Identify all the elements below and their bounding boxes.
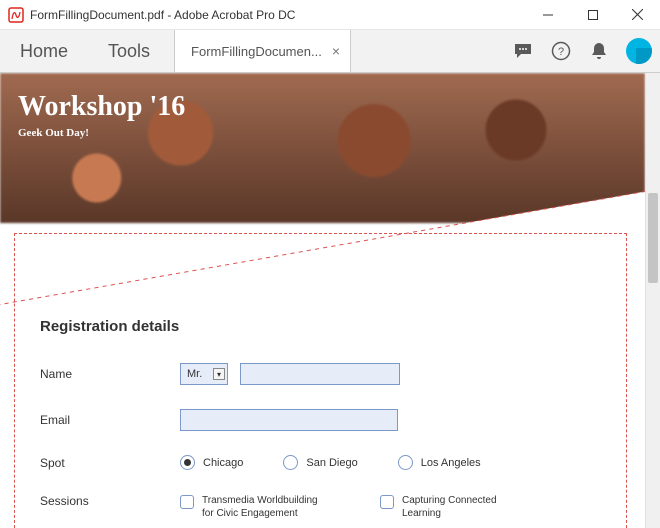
maximize-button[interactable] (570, 0, 615, 30)
radio-sandiego[interactable]: San Diego (283, 455, 357, 470)
form-heading: Registration details (40, 318, 615, 335)
tab-tools[interactable]: Tools (88, 30, 170, 72)
check-session-2[interactable]: Capturing Connected Learning (380, 494, 512, 520)
comment-icon[interactable] (504, 30, 542, 72)
hero-title: Workshop '16 (18, 91, 185, 123)
hero-text: Workshop '16 Geek Out Day! (18, 91, 185, 139)
close-button[interactable] (615, 0, 660, 30)
registration-form: Registration details Name Mr. ▾ Email Sp… (40, 318, 615, 528)
window-title: FormFillingDocument.pdf - Adobe Acrobat … (30, 8, 525, 22)
check-session-1[interactable]: Transmedia Worldbuilding for Civic Engag… (180, 494, 332, 520)
email-input[interactable] (180, 409, 398, 431)
name-label: Name (40, 367, 180, 381)
sessions-label: Sessions (40, 494, 180, 508)
salutation-value: Mr. (187, 368, 202, 380)
check-label: Capturing Connected Learning (402, 494, 512, 520)
radio-icon (398, 455, 413, 470)
radio-label: Chicago (203, 457, 243, 469)
bell-icon[interactable] (580, 30, 618, 72)
minimize-button[interactable] (525, 0, 570, 30)
hero-subtitle: Geek Out Day! (18, 127, 185, 139)
email-label: Email (40, 413, 180, 427)
tab-document-label: FormFillingDocumen... (191, 44, 322, 59)
avatar[interactable] (626, 38, 652, 64)
help-icon[interactable]: ? (542, 30, 580, 72)
document-page: Workshop '16 Geek Out Day! Registration … (0, 73, 645, 528)
row-spot: Spot Chicago San Diego Los Angeles (40, 455, 615, 470)
radio-label: San Diego (306, 457, 357, 469)
tab-document[interactable]: FormFillingDocumen... × (174, 30, 351, 72)
name-input[interactable] (240, 363, 400, 385)
titlebar: FormFillingDocument.pdf - Adobe Acrobat … (0, 0, 660, 30)
svg-text:?: ? (558, 46, 564, 58)
radio-label: Los Angeles (421, 457, 481, 469)
radio-losangeles[interactable]: Los Angeles (398, 455, 481, 470)
row-sessions: Sessions Transmedia Worldbuilding for Ci… (40, 494, 615, 520)
acrobat-icon (8, 7, 24, 23)
checkbox-icon (380, 495, 394, 509)
toolbar: Home Tools FormFillingDocumen... × ? (0, 30, 660, 73)
spot-label: Spot (40, 456, 180, 470)
row-name: Name Mr. ▾ (40, 363, 615, 385)
checkbox-icon (180, 495, 194, 509)
scrollbar-thumb[interactable] (648, 193, 658, 283)
close-tab-icon[interactable]: × (332, 43, 340, 59)
tab-home[interactable]: Home (0, 30, 88, 72)
check-label: Transmedia Worldbuilding for Civic Engag… (202, 494, 332, 520)
radio-icon (283, 455, 298, 470)
chevron-down-icon: ▾ (213, 368, 225, 380)
salutation-select[interactable]: Mr. ▾ (180, 363, 228, 385)
radio-icon (180, 455, 195, 470)
row-email: Email (40, 409, 615, 431)
radio-chicago[interactable]: Chicago (180, 455, 243, 470)
scrollbar[interactable] (645, 73, 660, 528)
